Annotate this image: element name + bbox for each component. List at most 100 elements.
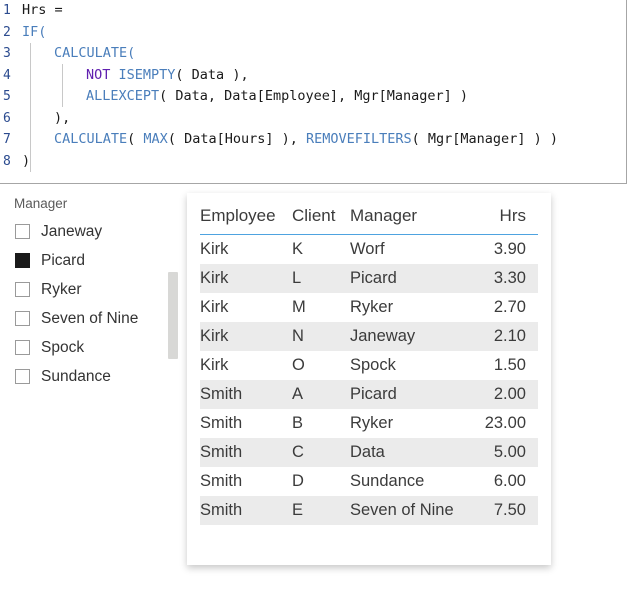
code-token: CALCULATE: [54, 131, 128, 147]
table-row[interactable]: Smith A Picard 2.00: [200, 380, 538, 409]
code-token: ( Mgr[Manager] ) ): [411, 131, 558, 147]
column-header-client[interactable]: Client: [292, 193, 350, 235]
cell-employee: Kirk: [200, 322, 292, 351]
code-line-list: 1 Hrs = 2 IF(3 CALCULATE(4 NOT ISEMPTY( Data …: [0, 0, 626, 172]
table-row[interactable]: Kirk K Worf 3.90: [200, 235, 538, 265]
code-text: ),: [22, 108, 70, 130]
code-token: ( Data, Data[Employee], Mgr[Manager] ): [159, 88, 469, 104]
dax-formula-editor[interactable]: 1 Hrs = 2 IF(3 CALCULATE(4 NOT ISEMPTY( Data …: [0, 0, 627, 184]
line-number: 8: [3, 153, 11, 169]
line-number: 5: [3, 89, 11, 104]
employee-hours-table-card: Employee Client Manager Hrs Kirk K Worf 3.90 Ki…: [187, 193, 551, 565]
table-row[interactable]: Kirk O Spock 1.50: [200, 351, 538, 380]
table-header-row: Employee Client Manager Hrs: [200, 193, 538, 235]
code-line: 2 IF(: [0, 22, 626, 44]
cell-client: B: [292, 414, 304, 432]
slicer-item-label: Ryker: [41, 280, 82, 298]
line-number: 7: [3, 132, 11, 147]
code-token: REMOVEFILTERS: [305, 131, 412, 147]
checkbox-icon[interactable]: [15, 253, 30, 268]
cell-hrs: 2.00: [480, 380, 538, 409]
code-token: MAX: [143, 131, 168, 147]
checkbox-icon[interactable]: [15, 311, 30, 326]
cell-manager: Ryker: [350, 298, 394, 316]
table-row[interactable]: Kirk N Janeway 2.10: [200, 322, 538, 351]
cell-manager: Picard: [350, 380, 480, 409]
line-number: 2: [3, 24, 11, 40]
cell-hrs: 5.00: [480, 438, 538, 467]
slicer-title: Manager: [14, 196, 68, 211]
column-header-hrs[interactable]: Hrs: [480, 193, 538, 235]
cell-client: E: [292, 496, 350, 525]
table-row[interactable]: Smith B Ryker 23.00: [200, 409, 538, 438]
cell-client: O: [292, 356, 305, 374]
cell-client: N: [292, 322, 350, 351]
table-row[interactable]: Kirk M Ryker 2.70: [200, 293, 538, 322]
cell-employee: Smith: [200, 496, 292, 525]
line-number: 6: [3, 110, 11, 126]
code-token: CALCULATE(: [54, 45, 136, 61]
slicer-item-label: Spock: [41, 338, 85, 356]
cell-manager: Worf: [350, 240, 385, 258]
slicer-item-picard[interactable]: Picard: [0, 246, 186, 275]
code-token: ),: [54, 109, 71, 126]
table-row[interactable]: Kirk L Picard 3.30: [200, 264, 538, 293]
employee-hours-table: Employee Client Manager Hrs Kirk K Worf 3.90 Ki…: [200, 193, 538, 525]
slicer-scrollbar-thumb[interactable]: [168, 272, 178, 359]
slicer-scrollbar[interactable]: [168, 214, 178, 382]
cell-hrs: 1.50: [493, 356, 526, 374]
slicer-item-janeway[interactable]: Janeway: [0, 217, 186, 246]
checkbox-icon[interactable]: [15, 369, 30, 384]
code-line: 1 Hrs =: [0, 0, 626, 22]
line-number: 1: [3, 3, 11, 18]
cell-hrs: 6.00: [493, 472, 526, 490]
column-header-employee[interactable]: Employee: [200, 193, 292, 235]
checkbox-icon[interactable]: [15, 224, 30, 239]
code-text: ALLEXCEPT( Data, Data[Employee], Mgr[Man…: [22, 86, 468, 108]
slicer-item-sundance[interactable]: Sundance: [0, 362, 186, 384]
checkbox-icon[interactable]: [15, 340, 30, 355]
code-line: 6),: [0, 108, 626, 130]
slicer-item-label: Seven of Nine: [41, 309, 139, 327]
code-line: 4 NOT ISEMPTY( Data ),: [0, 65, 626, 87]
cell-client: D: [292, 472, 304, 490]
code-token: ( Data ),: [175, 66, 249, 83]
code-token: ( Data[Hours] ),: [167, 131, 306, 147]
table-row[interactable]: Smith E Seven of Nine 7.50: [200, 496, 538, 525]
table-row[interactable]: Smith D Sundance 6.00: [200, 467, 538, 496]
cell-employee: Kirk: [200, 356, 229, 374]
checkbox-icon[interactable]: [15, 282, 30, 297]
code-token: NOT: [86, 66, 119, 83]
code-text: CALCULATE(: [22, 43, 135, 65]
code-text: Hrs =: [22, 0, 63, 22]
cell-manager: Janeway: [350, 322, 480, 351]
slicer-item-seven-of-nine[interactable]: Seven of Nine: [0, 304, 186, 333]
code-token: IF(: [22, 23, 47, 40]
cell-employee: Smith: [200, 414, 243, 432]
code-line: 5 ALLEXCEPT( Data, Data[Employee], Mgr[Ma…: [0, 86, 626, 108]
cell-manager: Data: [350, 438, 480, 467]
slicer-item-label: Picard: [41, 251, 85, 269]
cell-hrs: 7.50: [480, 496, 538, 525]
slicer-item-label: Sundance: [41, 367, 111, 385]
column-header-manager[interactable]: Manager: [350, 193, 480, 235]
slicer-item-ryker[interactable]: Ryker: [0, 275, 186, 304]
table-container: Employee Client Manager Hrs Kirk K Worf 3.90 Ki…: [187, 193, 551, 525]
cell-client: K: [292, 240, 304, 258]
cell-manager: Picard: [350, 264, 480, 293]
cell-employee: Smith: [200, 380, 292, 409]
cell-employee: Kirk: [200, 240, 229, 258]
cell-client: C: [292, 438, 350, 467]
manager-slicer[interactable]: Manager Janeway Picard Ryker Seven of Nine S…: [0, 192, 186, 384]
cell-hrs: 2.70: [493, 298, 526, 316]
slicer-item-spock[interactable]: Spock: [0, 333, 186, 362]
slicer-item-label: Janeway: [41, 222, 103, 240]
cell-employee: Kirk: [200, 264, 292, 293]
code-token: ISEMPTY: [118, 66, 176, 83]
code-text: ): [22, 151, 30, 173]
cell-hrs: 2.10: [480, 322, 538, 351]
cell-client: L: [292, 264, 350, 293]
table-row[interactable]: Smith C Data 5.00: [200, 438, 538, 467]
code-token: ALLEXCEPT: [86, 88, 160, 104]
cell-manager: Sundance: [350, 472, 425, 490]
